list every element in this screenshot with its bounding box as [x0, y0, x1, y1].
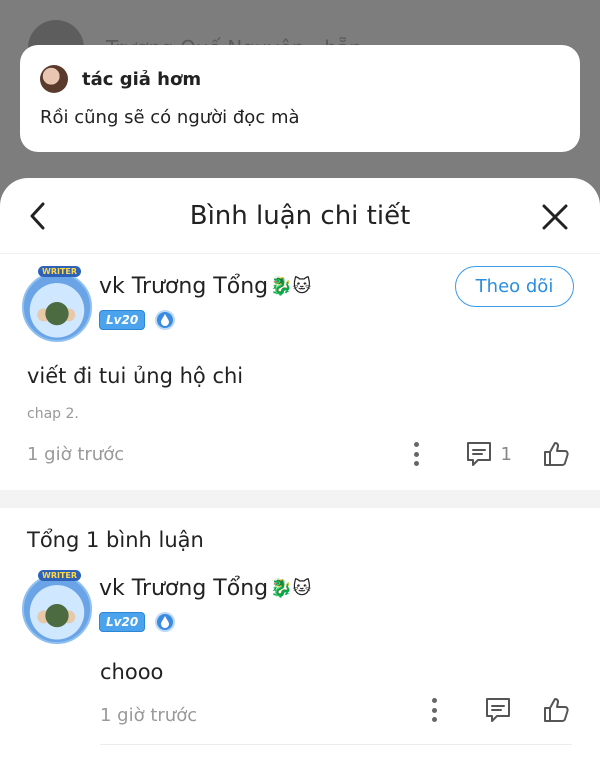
- comment-time: 1 giờ trước: [27, 444, 125, 465]
- like-icon[interactable]: [542, 696, 570, 724]
- follow-button[interactable]: Theo dõi: [455, 266, 574, 307]
- reply-divider: [100, 744, 572, 745]
- avatar-image: [24, 274, 90, 340]
- level-badge: Lv20: [99, 612, 146, 632]
- author-emojis: 🐉🐱: [270, 276, 312, 297]
- chapter-tag[interactable]: chap 2.: [27, 406, 79, 422]
- reply-button[interactable]: [484, 696, 512, 724]
- comment-author[interactable]: vk Trương Tổng 🐉🐱: [99, 274, 311, 299]
- writer-tag: WRITER: [38, 266, 82, 277]
- toast-message: Rồi cũng sẽ có người đọc mà: [40, 107, 300, 128]
- close-icon: [542, 204, 568, 230]
- comment-icon: [466, 442, 491, 466]
- comment-actions: 1: [405, 440, 570, 468]
- author-emojis: 🐉🐱: [270, 578, 312, 599]
- reply-comment: WRITER vk Trương Tổng 🐉🐱 Lv20 chooo 1 gi…: [0, 570, 600, 748]
- sheet-header: Bình luận chi tiết: [0, 178, 600, 254]
- more-icon[interactable]: [405, 440, 429, 468]
- total-comments-label: Tổng 1 bình luận: [27, 528, 204, 552]
- more-icon[interactable]: [422, 696, 446, 724]
- reply-author[interactable]: vk Trương Tổng 🐉🐱: [99, 576, 311, 601]
- author-badges: Lv20: [99, 612, 176, 632]
- reply-text: chooo: [100, 660, 164, 684]
- notification-toast[interactable]: tác giả hơm Rồi cũng sẽ có người đọc mà: [20, 45, 580, 152]
- close-button[interactable]: [540, 202, 570, 232]
- toast-sender-name: tác giả hơm: [82, 68, 202, 90]
- avatar[interactable]: [22, 574, 92, 644]
- avatar[interactable]: [22, 272, 92, 342]
- reply-button[interactable]: 1: [465, 440, 512, 468]
- reply-actions: [422, 696, 570, 724]
- comment-text: viết đi tui ủng hộ chi: [27, 364, 244, 388]
- author-badges: Lv20: [99, 310, 176, 330]
- section-divider: [0, 490, 600, 508]
- level-badge: Lv20: [99, 310, 146, 330]
- avatar-image: [24, 576, 90, 642]
- back-button[interactable]: [22, 198, 52, 234]
- sheet-title: Bình luận chi tiết: [189, 200, 411, 231]
- chevron-left-icon: [30, 202, 45, 230]
- like-icon[interactable]: [542, 440, 570, 468]
- reply-time: 1 giờ trước: [100, 705, 198, 726]
- comment-icon: [486, 698, 510, 722]
- writer-tag: WRITER: [38, 570, 82, 581]
- comment-author-name: vk Trương Tổng: [99, 274, 269, 299]
- droplet-badge-icon: [155, 310, 176, 330]
- reply-author-name: vk Trương Tổng: [99, 576, 269, 601]
- main-comment: WRITER vk Trương Tổng 🐉🐱 Lv20 Theo dõi v…: [0, 254, 600, 490]
- reply-count: 1: [500, 443, 512, 465]
- toast-avatar: [40, 65, 68, 93]
- droplet-badge-icon: [155, 612, 176, 632]
- toast-header: tác giả hơm: [40, 65, 560, 93]
